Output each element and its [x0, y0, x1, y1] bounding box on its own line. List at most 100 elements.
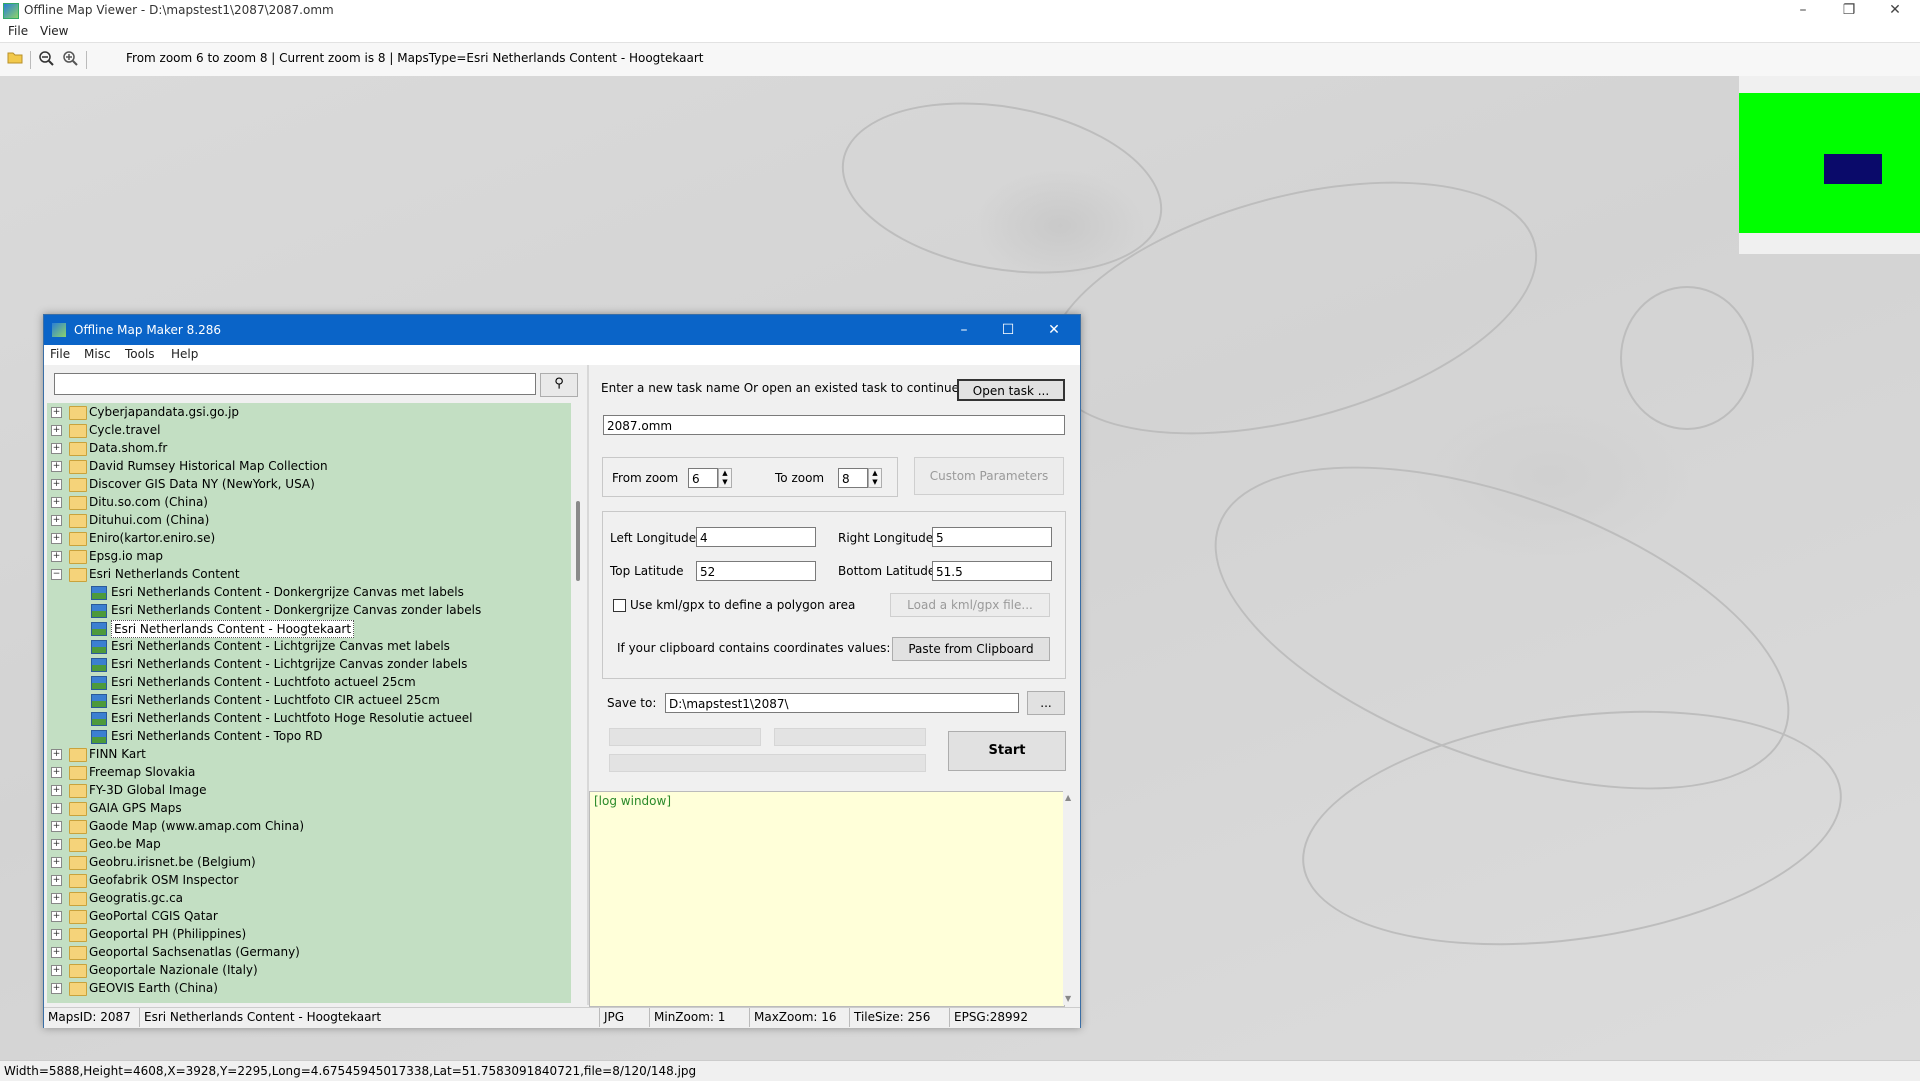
tree-folder-item[interactable]: + Geo.be Map	[47, 835, 571, 853]
dialog-menu-help[interactable]: Help	[171, 347, 198, 361]
expand-icon[interactable]: +	[51, 461, 62, 472]
expand-icon[interactable]: +	[51, 749, 62, 760]
tree-folder-item[interactable]: + GEOVIS Earth (China)	[47, 979, 571, 997]
right-longitude-input[interactable]: 5	[932, 527, 1052, 547]
tree-folder-item[interactable]: + Geoportal PH (Philippines)	[47, 925, 571, 943]
expand-icon[interactable]: +	[51, 821, 62, 832]
expand-icon[interactable]: +	[51, 533, 62, 544]
tree-map-item[interactable]: Esri Netherlands Content - Lichtgrijze C…	[47, 637, 571, 655]
menu-file[interactable]: File	[8, 24, 28, 38]
expand-icon[interactable]: +	[51, 893, 62, 904]
tree-folder-item[interactable]: + Ditu.so.com (China)	[47, 493, 571, 511]
paste-from-clipboard-button[interactable]: Paste from Clipboard	[892, 637, 1050, 661]
expand-icon[interactable]: +	[51, 983, 62, 994]
expand-icon[interactable]: +	[51, 443, 62, 454]
expand-icon[interactable]: +	[51, 785, 62, 796]
tree-map-item[interactable]: Esri Netherlands Content - Luchtfoto act…	[47, 673, 571, 691]
tree-folder-item[interactable]: + Eniro(kartor.eniro.se)	[47, 529, 571, 547]
tree-folder-item[interactable]: + Freemap Slovakia	[47, 763, 571, 781]
expand-icon[interactable]: +	[51, 947, 62, 958]
minimize-icon[interactable]: –	[1780, 0, 1826, 22]
expand-icon[interactable]: +	[51, 551, 62, 562]
expand-icon[interactable]: +	[51, 875, 62, 886]
expand-icon[interactable]: +	[51, 497, 62, 508]
dialog-maximize-icon[interactable]: ☐	[986, 315, 1030, 345]
tree-map-item[interactable]: Esri Netherlands Content - Donkergrijze …	[47, 601, 571, 619]
browse-button[interactable]: ...	[1027, 691, 1065, 715]
scroll-down-icon[interactable]: ▼	[1065, 994, 1071, 1003]
dialog-menu-tools[interactable]: Tools	[125, 347, 155, 361]
dialog-menu-misc[interactable]: Misc	[84, 347, 111, 361]
dialog-menu-file[interactable]: File	[50, 347, 70, 361]
tree-folder-item[interactable]: − Esri Netherlands Content	[47, 565, 571, 583]
tree-folder-item[interactable]: + Discover GIS Data NY (NewYork, USA)	[47, 475, 571, 493]
tree-map-item[interactable]: Esri Netherlands Content - Lichtgrijze C…	[47, 655, 571, 673]
zoom-out-icon[interactable]	[36, 50, 56, 70]
from-zoom-spinner[interactable]: ▲ ▼	[718, 468, 732, 488]
load-kml-button[interactable]: Load a kml/gpx file...	[890, 593, 1050, 617]
overview-minimap[interactable]	[1739, 76, 1920, 254]
tree-folder-item[interactable]: + Geoportale Nazionale (Italy)	[47, 961, 571, 979]
tree-folder-item[interactable]: + GAIA GPS Maps	[47, 799, 571, 817]
map-source-tree[interactable]: + Cyberjapandata.gsi.go.jp + Cycle.travel + D…	[47, 403, 571, 1003]
tree-folder-item[interactable]: + GeoPortal CGIS Qatar	[47, 907, 571, 925]
log-scrollbar[interactable]: ▲ ▼	[1063, 791, 1077, 1005]
search-icon[interactable]: ⚲	[540, 373, 578, 397]
top-latitude-input[interactable]: 52	[696, 561, 816, 581]
tree-map-item[interactable]: Esri Netherlands Content - Luchtfoto CIR…	[47, 691, 571, 709]
expand-icon[interactable]: +	[51, 839, 62, 850]
tree-map-item[interactable]: Esri Netherlands Content - Hoogtekaart	[47, 619, 571, 638]
tree-folder-item[interactable]: + FY-3D Global Image	[47, 781, 571, 799]
tree-folder-item[interactable]: + Epsg.io map	[47, 547, 571, 565]
expand-icon[interactable]: +	[51, 407, 62, 418]
open-folder-icon[interactable]	[5, 50, 25, 70]
map-search-input[interactable]	[54, 373, 536, 395]
scroll-up-icon[interactable]: ▲	[1065, 793, 1071, 802]
log-window[interactable]: [log window]	[589, 791, 1065, 1007]
expand-icon[interactable]: +	[51, 515, 62, 526]
tree-folder-item[interactable]: + David Rumsey Historical Map Collection	[47, 457, 571, 475]
expand-icon[interactable]: +	[51, 911, 62, 922]
custom-parameters-button[interactable]: Custom Parameters	[914, 457, 1064, 495]
tree-folder-item[interactable]: + Dituhui.com (China)	[47, 511, 571, 529]
tree-map-item[interactable]: Esri Netherlands Content - Topo RD	[47, 727, 571, 745]
expand-icon[interactable]: +	[51, 965, 62, 976]
tree-folder-item[interactable]: + Geoportal Sachsenatlas (Germany)	[47, 943, 571, 961]
tree-folder-item[interactable]: + Geofabrik OSM Inspector	[47, 871, 571, 889]
to-zoom-input[interactable]: 8	[838, 468, 868, 488]
expand-icon[interactable]: +	[51, 479, 62, 490]
expand-icon[interactable]: +	[51, 803, 62, 814]
restore-icon[interactable]: ❐	[1826, 0, 1872, 22]
tree-scroll-thumb[interactable]	[576, 501, 580, 581]
tree-folder-item[interactable]: + Data.shom.fr	[47, 439, 571, 457]
tree-map-item[interactable]: Esri Netherlands Content - Donkergrijze …	[47, 583, 571, 601]
tree-map-item[interactable]: Esri Netherlands Content - Luchtfoto Hog…	[47, 709, 571, 727]
zoom-in-icon[interactable]	[60, 50, 80, 70]
save-to-input[interactable]: D:\mapstest1\2087\	[665, 693, 1019, 713]
from-zoom-input[interactable]: 6	[688, 468, 718, 488]
start-button[interactable]: Start	[948, 731, 1066, 771]
open-task-button[interactable]: Open task ...	[957, 379, 1065, 401]
tree-folder-item[interactable]: + FINN Kart	[47, 745, 571, 763]
tree-folder-item[interactable]: + Cyberjapandata.gsi.go.jp	[47, 403, 571, 421]
tree-folder-item[interactable]: + Geobru.irisnet.be (Belgium)	[47, 853, 571, 871]
dialog-minimize-icon[interactable]: –	[942, 315, 986, 345]
expand-icon[interactable]: +	[51, 857, 62, 868]
tree-folder-item[interactable]: + Geogratis.gc.ca	[47, 889, 571, 907]
expand-icon[interactable]: +	[51, 767, 62, 778]
left-longitude-input[interactable]: 4	[696, 527, 816, 547]
to-zoom-spinner[interactable]: ▲ ▼	[868, 468, 882, 488]
tree-scrollbar[interactable]	[573, 403, 585, 1003]
tree-folder-item[interactable]: + Cycle.travel	[47, 421, 571, 439]
collapse-icon[interactable]: −	[51, 569, 62, 580]
dialog-close-icon[interactable]: ✕	[1032, 315, 1076, 345]
overview-viewport[interactable]	[1824, 154, 1882, 184]
task-name-input[interactable]: 2087.omm	[603, 415, 1065, 435]
kml-polygon-checkbox[interactable]	[613, 599, 626, 612]
menu-view[interactable]: View	[40, 24, 68, 38]
tree-folder-item[interactable]: + Gaode Map (www.amap.com China)	[47, 817, 571, 835]
expand-icon[interactable]: +	[51, 929, 62, 940]
close-icon[interactable]: ✕	[1872, 0, 1918, 22]
bottom-latitude-input[interactable]: 51.5	[932, 561, 1052, 581]
expand-icon[interactable]: +	[51, 425, 62, 436]
